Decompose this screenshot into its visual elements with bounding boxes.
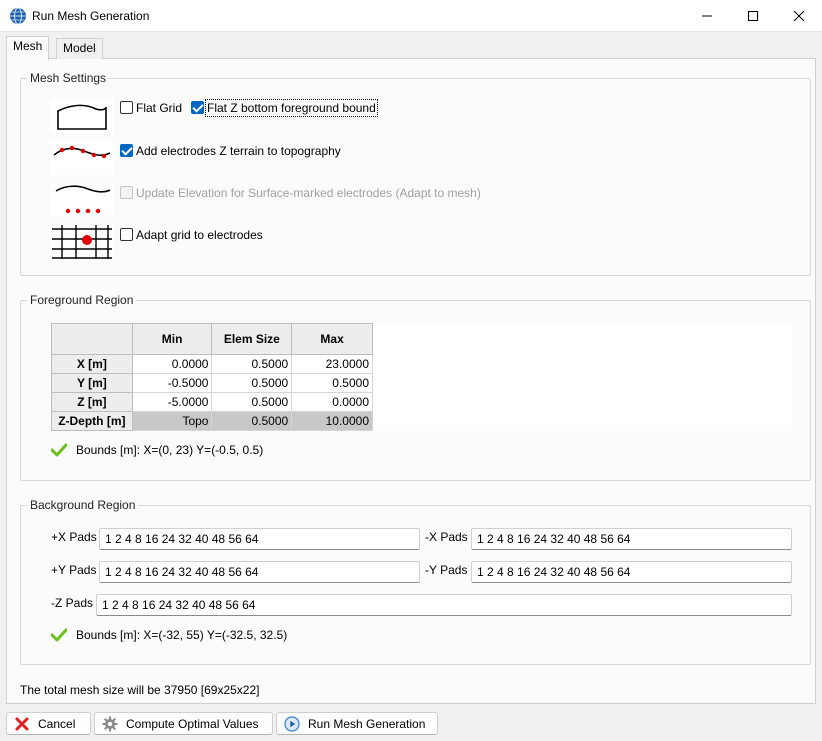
close-icon — [793, 10, 805, 22]
background-bounds-text: Bounds [m]: X=(-32, 55) Y=(-32.5, 32.5) — [76, 628, 288, 642]
flat-grid-thumbnail-icon — [50, 99, 114, 133]
foreground-region-group: Foreground Region Min Elem Size Max X [m… — [20, 293, 811, 481]
cell-y-elem[interactable]: 0.5000 — [211, 373, 293, 393]
px-pads-label: +X Pads — [51, 530, 97, 544]
row-header: Y [m] — [51, 373, 133, 393]
cell-x-elem[interactable]: 0.5000 — [211, 354, 293, 374]
cell-y-min[interactable]: -0.5000 — [131, 373, 213, 393]
play-icon — [284, 715, 300, 732]
nx-pads-input[interactable] — [471, 528, 792, 550]
flat-grid-label[interactable]: Flat Grid — [136, 101, 182, 115]
col-header-min: Min — [131, 323, 213, 355]
table-row: Y [m] -0.5000 0.5000 0.5000 — [51, 373, 373, 393]
minimize-button[interactable] — [684, 0, 730, 32]
window-title: Run Mesh Generation — [32, 9, 150, 23]
py-pads-input[interactable] — [99, 561, 420, 583]
add-electrodes-checkbox[interactable] — [120, 144, 133, 157]
cancel-x-icon — [15, 717, 29, 730]
col-header-elem-size: Elem Size — [211, 323, 293, 355]
flat-z-bottom-checkbox[interactable] — [191, 101, 204, 114]
checkmark-icon — [51, 443, 67, 457]
tab-mesh[interactable]: Mesh — [6, 36, 50, 60]
table-corner-header — [51, 323, 133, 355]
table-row: Z-Depth [m] Topo 0.5000 10.0000 — [51, 411, 373, 431]
adapt-grid-checkbox[interactable] — [120, 228, 133, 241]
col-header-max: Max — [291, 323, 373, 355]
compute-button-label: Compute Optimal Values — [126, 716, 259, 731]
cell-zdepth-elem[interactable]: 0.5000 — [211, 411, 293, 431]
foreground-region-title: Foreground Region — [27, 293, 137, 307]
px-pads-input[interactable] — [99, 528, 420, 550]
mesh-settings-title: Mesh Settings — [27, 71, 110, 85]
run-button-label: Run Mesh Generation — [308, 716, 426, 731]
py-pads-label: +Y Pads — [51, 563, 97, 577]
flat-grid-checkbox[interactable] — [120, 101, 133, 114]
title-bar: Run Mesh Generation — [0, 0, 822, 32]
mesh-settings-group: Mesh Settings Flat Grid Flat Z bottom fo… — [20, 71, 811, 276]
cell-z-min[interactable]: -5.0000 — [131, 392, 213, 412]
foreground-table: Min Elem Size Max X [m] 0.0000 0.5000 23… — [51, 323, 373, 431]
checkmark-icon — [51, 628, 67, 642]
update-elevation-checkbox[interactable] — [120, 186, 133, 199]
adapt-grid-label[interactable]: Adapt grid to electrodes — [136, 228, 263, 242]
maximize-button[interactable] — [730, 0, 776, 32]
tab-model[interactable]: Model — [56, 38, 103, 59]
cell-zdepth-max[interactable]: 10.0000 — [291, 411, 373, 431]
mesh-size-status: The total mesh size will be 37950 [69x25… — [20, 683, 260, 697]
cancel-button-label: Cancel — [38, 716, 76, 731]
row-header: X [m] — [51, 354, 133, 374]
flat-z-bottom-label[interactable]: Flat Z bottom foreground bound — [205, 99, 378, 117]
nz-pads-label: -Z Pads — [51, 596, 94, 610]
electrodes-topography-thumbnail-icon — [50, 141, 114, 175]
nx-pads-label: -X Pads — [425, 530, 468, 544]
ny-pads-input[interactable] — [471, 561, 792, 583]
table-row: X [m] 0.0000 0.5000 23.0000 — [51, 354, 373, 374]
table-row: Z [m] -5.0000 0.5000 0.0000 — [51, 392, 373, 412]
compute-optimal-values-button[interactable]: Compute Optimal Values — [94, 712, 273, 735]
row-header: Z-Depth [m] — [51, 411, 133, 431]
maximize-icon — [748, 11, 758, 21]
adapt-grid-thumbnail-icon — [50, 225, 114, 259]
run-mesh-generation-button[interactable]: Run Mesh Generation — [276, 712, 438, 735]
foreground-bounds-text: Bounds [m]: X=(0, 23) Y=(-0.5, 0.5) — [76, 443, 264, 457]
update-elevation-label: Update Elevation for Surface-marked elec… — [136, 186, 481, 200]
cell-x-min[interactable]: 0.0000 — [131, 354, 213, 374]
cell-zdepth-min[interactable]: Topo — [131, 411, 213, 431]
cell-y-max[interactable]: 0.5000 — [291, 373, 373, 393]
gear-icon — [102, 716, 118, 731]
cancel-button[interactable]: Cancel — [6, 712, 91, 735]
minimize-icon — [702, 15, 712, 17]
ny-pads-label: -Y Pads — [425, 563, 468, 577]
cell-z-elem[interactable]: 0.5000 — [211, 392, 293, 412]
app-globe-icon — [10, 7, 26, 25]
close-button[interactable] — [776, 0, 822, 32]
update-elevation-thumbnail-icon — [50, 183, 114, 217]
background-region-group: Background Region +X Pads -X Pads +Y Pad… — [20, 498, 811, 665]
row-header: Z [m] — [51, 392, 133, 412]
background-region-title: Background Region — [27, 498, 139, 512]
cell-z-max[interactable]: 0.0000 — [291, 392, 373, 412]
nz-pads-input[interactable] — [96, 594, 792, 616]
add-electrodes-label[interactable]: Add electrodes Z terrain to topography — [136, 144, 341, 158]
cell-x-max[interactable]: 23.0000 — [291, 354, 373, 374]
